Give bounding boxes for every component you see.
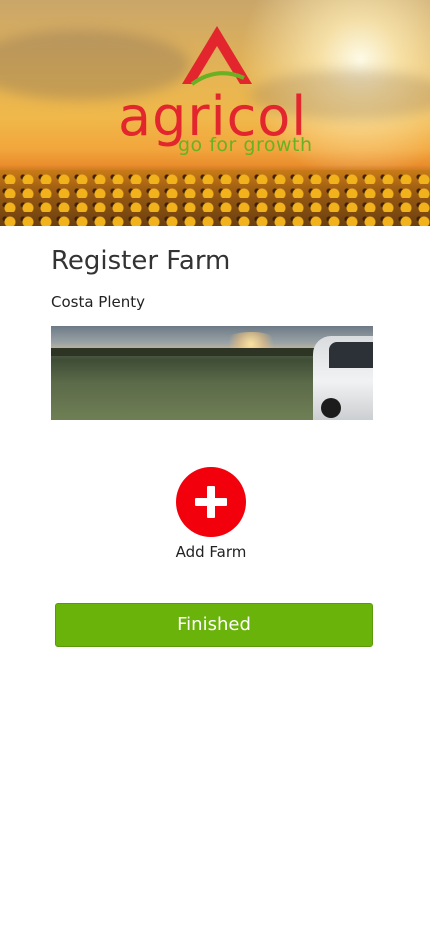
register-farm-screen: agricol go for growth Register Farm Cost… <box>0 0 430 932</box>
logo-tagline: go for growth <box>178 134 313 156</box>
add-farm-label[interactable]: Add Farm <box>150 542 272 562</box>
farm-name-label: Costa Plenty <box>51 293 146 311</box>
plus-icon <box>195 486 227 518</box>
finished-button[interactable]: Finished <box>55 603 373 647</box>
add-farm-button[interactable] <box>176 467 246 537</box>
agricol-logo-mark-icon <box>182 26 252 86</box>
photo-vehicle-window <box>329 342 373 368</box>
farm-photo[interactable] <box>51 326 373 420</box>
sunflower-field <box>0 170 430 226</box>
agricol-logo: agricol go for growth <box>0 20 430 160</box>
header-banner: agricol go for growth <box>0 0 430 226</box>
photo-vehicle-wheel <box>321 398 341 418</box>
page-title: Register Farm <box>51 246 231 276</box>
